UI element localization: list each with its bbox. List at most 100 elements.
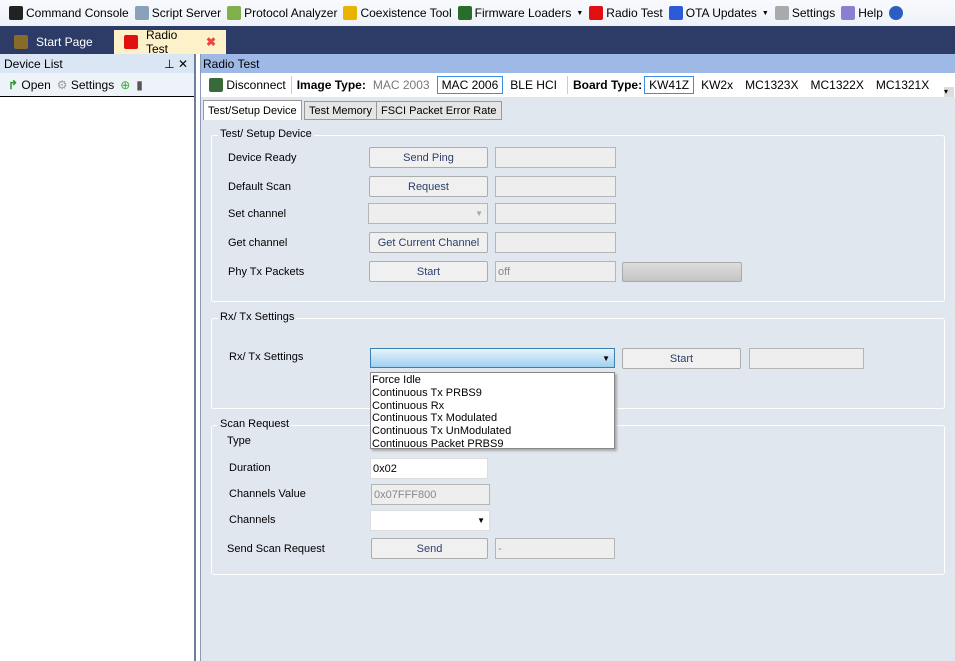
- scan-result-field: [495, 176, 616, 197]
- gear-icon: [774, 6, 789, 20]
- group-title: Scan Request: [218, 418, 292, 430]
- main-toolbar: Command Console Script Server Protocol Ana…: [0, 0, 955, 26]
- rxtx-dropdown-list: Force Idle Continuous Tx PRBS9 Continuous …: [370, 372, 615, 451]
- chevron-down-icon: ▼: [475, 209, 483, 218]
- set-channel-select[interactable]: ▼: [368, 203, 488, 224]
- request-button[interactable]: Request: [369, 176, 488, 197]
- tab-fsci-per[interactable]: FSCI Packet Error Rate: [376, 101, 502, 120]
- book-icon: [841, 6, 856, 20]
- toolbar-overflow-icon[interactable]: ▾: [944, 87, 954, 97]
- get-channel-label: Get channel: [228, 237, 288, 249]
- send-button[interactable]: Send: [371, 538, 488, 559]
- rxtx-start-button[interactable]: Start: [622, 348, 741, 369]
- board-type-option[interactable]: MC1322X: [805, 76, 868, 94]
- menu-command-console[interactable]: Command Console: [6, 6, 132, 20]
- type-label: Type: [227, 435, 251, 447]
- question-icon: [888, 6, 903, 20]
- chip-icon: [457, 6, 472, 20]
- menu-help[interactable]: Help: [838, 6, 886, 20]
- send-scan-label: Send Scan Request: [227, 543, 325, 555]
- analyzer-icon: [227, 6, 242, 20]
- phy-tx-label: Phy Tx Packets: [228, 266, 305, 278]
- menu-label: OTA Updates: [685, 6, 757, 20]
- menu-label: Protocol Analyzer: [244, 6, 338, 20]
- close-icon[interactable]: ✕: [178, 57, 188, 71]
- panel-title: Radio Test: [203, 56, 260, 71]
- close-icon[interactable]: ✖: [206, 35, 216, 49]
- set-channel-field: [495, 203, 616, 224]
- board-type-option[interactable]: KW2x: [696, 76, 738, 94]
- chevron-down-icon: ▼: [761, 9, 769, 17]
- rxtx-label: Rx/ Tx Settings: [229, 351, 304, 363]
- menu-help-about[interactable]: [886, 6, 906, 20]
- get-current-channel-button[interactable]: Get Current Channel: [369, 232, 488, 253]
- document-tabs: Start Page Radio Test ✖: [0, 26, 955, 56]
- tab-test-setup[interactable]: Test/Setup Device: [203, 100, 302, 120]
- board-disconnect-icon: [209, 78, 223, 93]
- board-type-option[interactable]: MC1321X: [871, 76, 934, 94]
- chevron-down-icon: ▼: [602, 353, 610, 363]
- send-ping-button[interactable]: Send Ping: [369, 147, 488, 168]
- board-type-option[interactable]: MC1323X: [740, 76, 803, 94]
- chevron-down-icon: ▼: [576, 9, 584, 17]
- send-result-field: -: [495, 538, 615, 559]
- panel-title: Device List: [4, 56, 63, 71]
- dropdown-option[interactable]: Continuous Tx PRBS9: [371, 387, 614, 400]
- home-icon: [14, 35, 28, 49]
- channels-select[interactable]: ▼: [370, 510, 490, 531]
- board-type-label: Board Type:: [572, 78, 643, 92]
- image-type-option[interactable]: MAC 2006: [436, 76, 504, 94]
- menu-label: Script Server: [151, 6, 222, 20]
- board-type-option[interactable]: KW41Z: [644, 76, 695, 94]
- rxtx-result-field: [749, 348, 864, 369]
- tab-label: Radio Test: [146, 28, 178, 56]
- add-device-icon[interactable]: ⊕: [120, 78, 130, 92]
- console-icon: [9, 6, 23, 20]
- coexistence-icon: [343, 6, 358, 20]
- tab-start-page[interactable]: Start Page: [4, 30, 103, 54]
- pin-icon[interactable]: ⊥: [164, 57, 174, 71]
- ping-result-field: [495, 147, 616, 168]
- channels-value-field: 0x07FFF800: [371, 484, 490, 505]
- tab-label: Start Page: [36, 35, 93, 49]
- menu-label: Radio Test: [606, 6, 663, 20]
- duration-label: Duration: [229, 462, 271, 474]
- image-type-option[interactable]: BLE HCI: [505, 76, 562, 94]
- duration-input[interactable]: 0x02: [370, 458, 488, 479]
- phy-tx-start-button[interactable]: Start: [369, 261, 488, 282]
- settings-button[interactable]: ⚙ Settings: [57, 78, 114, 92]
- tab-test-memory[interactable]: Test Memory: [304, 101, 377, 120]
- menu-firmware-loaders[interactable]: Firmware Loaders ▼: [455, 6, 587, 20]
- ota-icon: [668, 6, 683, 20]
- usb-icon[interactable]: ▮: [136, 78, 143, 92]
- phy-tx-status-field: off: [495, 261, 616, 282]
- radio-test-icon: [124, 35, 138, 49]
- menu-label: Help: [858, 6, 883, 20]
- rxtx-select[interactable]: ▼: [370, 348, 615, 368]
- dropdown-option[interactable]: Continuous Tx Modulated: [371, 412, 614, 425]
- disconnect-button[interactable]: Disconnect: [209, 78, 286, 93]
- image-type-option[interactable]: MAC 2003: [368, 76, 435, 94]
- menu-settings[interactable]: Settings: [772, 6, 838, 20]
- open-arrow-icon: ↱: [8, 77, 19, 92]
- channels-label: Channels: [229, 514, 276, 526]
- server-icon: [134, 6, 149, 20]
- radio-test-icon: [589, 6, 604, 20]
- dropdown-option[interactable]: Continuous Rx: [371, 400, 614, 413]
- group-title: Rx/ Tx Settings: [218, 311, 297, 323]
- dropdown-option[interactable]: Force Idle: [371, 374, 614, 387]
- menu-radio-test[interactable]: Radio Test: [586, 6, 665, 20]
- menu-coexistence-tool[interactable]: Coexistence Tool: [340, 6, 454, 20]
- menu-label: Firmware Loaders: [474, 6, 572, 20]
- menu-ota-updates[interactable]: OTA Updates ▼: [666, 6, 772, 20]
- open-button[interactable]: ↱ Open: [8, 78, 51, 92]
- menu-script-server[interactable]: Script Server: [132, 6, 224, 20]
- dropdown-option[interactable]: Continuous Packet PRBS9: [371, 438, 614, 451]
- menu-label: Coexistence Tool: [360, 6, 452, 20]
- chevron-down-icon: ▼: [477, 516, 485, 525]
- tab-radio-test[interactable]: Radio Test ✖: [114, 28, 226, 56]
- gear-icon: ⚙: [56, 77, 68, 92]
- menu-protocol-analyzer[interactable]: Protocol Analyzer: [224, 6, 340, 20]
- dropdown-option[interactable]: Continuous Tx UnModulated: [371, 425, 614, 438]
- radio-test-panel: Radio Test Disconnect Image Type: MAC 20…: [200, 54, 955, 661]
